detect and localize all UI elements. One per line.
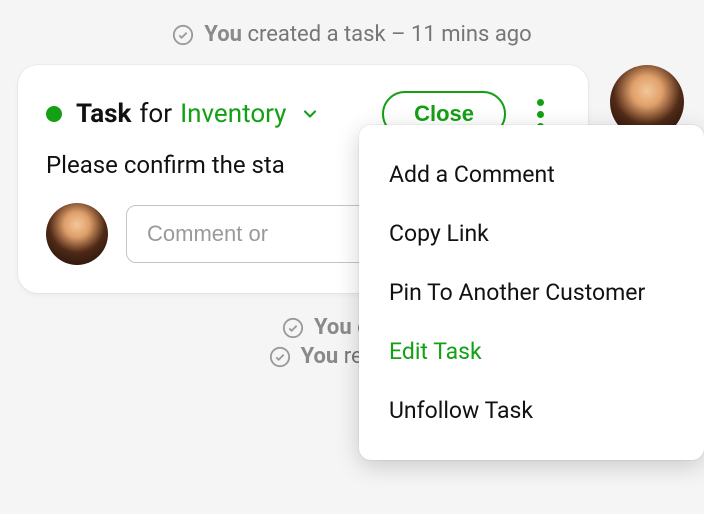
card-area: Task for Inventory Close Please confirm … [18,65,694,293]
check-circle-icon [269,346,291,368]
check-circle-icon [282,317,304,339]
menu-edit-task[interactable]: Edit Task [359,322,704,381]
activity-who: You [204,22,242,47]
timeline: You created a task – 11 mins ago Task fo… [0,0,704,369]
menu-pin-customer[interactable]: Pin To Another Customer [359,263,704,322]
activity-who: You [314,315,352,340]
task-actions-menu: Add a Comment Copy Link Pin To Another C… [359,125,704,460]
task-category[interactable]: Inventory [180,99,286,129]
chevron-down-icon[interactable] [299,103,321,125]
menu-copy-link[interactable]: Copy Link [359,204,704,263]
status-dot-icon [46,106,62,122]
activity-created: You created a task – 11 mins ago [0,22,704,47]
menu-unfollow-task[interactable]: Unfollow Task [359,381,704,440]
check-circle-icon [172,24,194,46]
current-user-avatar [46,203,108,265]
activity-who: You [301,344,339,369]
task-title: Task for Inventory [76,99,321,129]
menu-add-comment[interactable]: Add a Comment [359,145,704,204]
